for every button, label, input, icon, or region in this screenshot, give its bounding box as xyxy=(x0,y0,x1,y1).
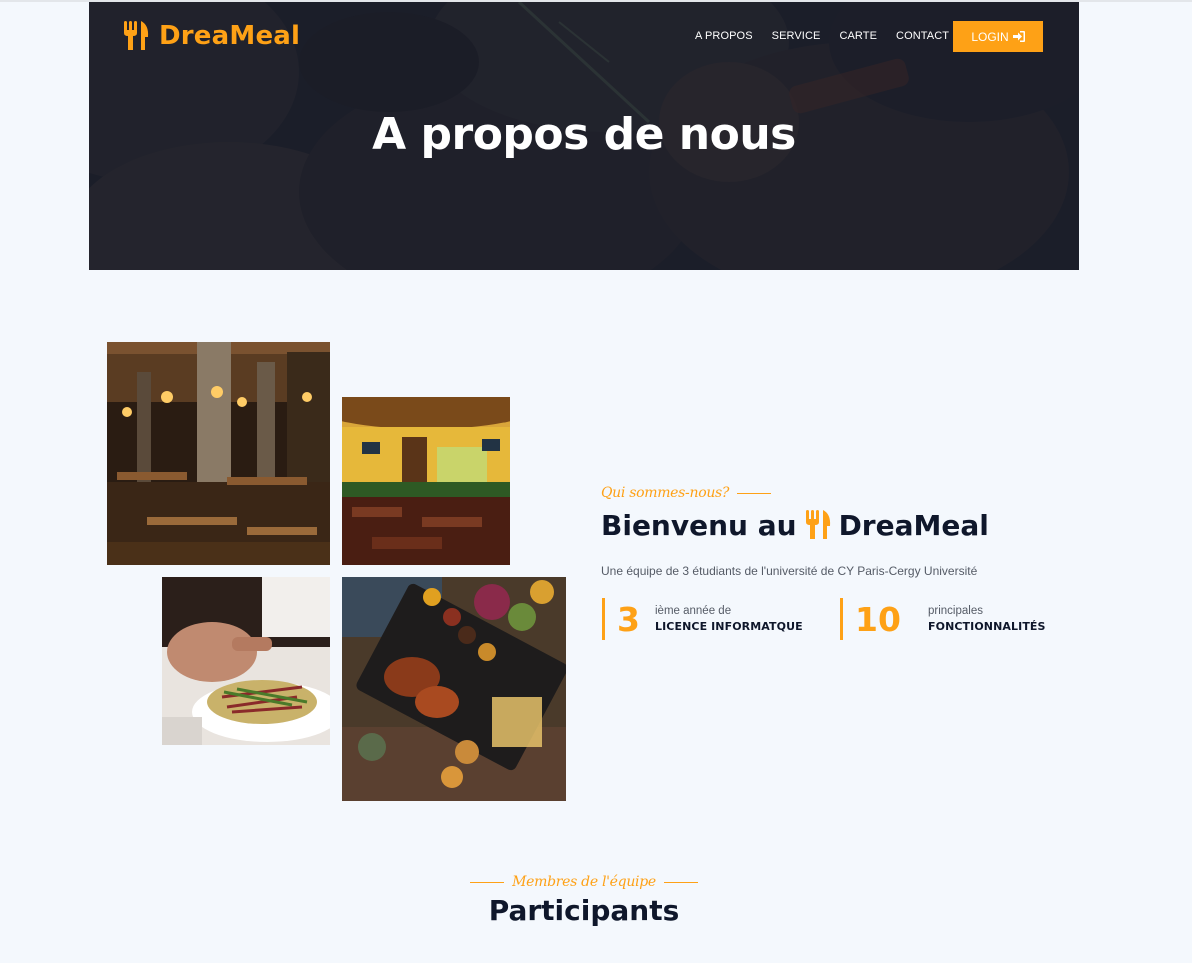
page-title: A propos de nous xyxy=(372,109,796,160)
login-label: LOGIN xyxy=(971,29,1009,44)
about-description: Une équipe de 3 étudiants de l'universit… xyxy=(601,564,978,578)
kicker-line xyxy=(737,492,772,494)
nav-item-service[interactable]: SERVICE xyxy=(772,30,821,42)
hero-banner: DreaMeal A PROPOS SERVICE CARTE CONTACT … xyxy=(89,2,1079,270)
gallery-image-restaurant-interior-yellow xyxy=(342,397,510,565)
about-kicker: Qui sommes-nous? xyxy=(601,482,772,504)
kicker-line-left xyxy=(470,881,505,883)
stat-number: 10 xyxy=(855,599,901,639)
kicker-line-right xyxy=(663,881,698,883)
utensils-icon xyxy=(805,510,830,539)
stat-caption: ième année de xyxy=(655,605,732,617)
gallery-image-restaurant-interior-dark xyxy=(107,342,330,565)
stat-features: 10 principales FONCTIONNALITÉS xyxy=(840,598,1060,640)
nav-item-contact[interactable]: CONTACT xyxy=(896,30,949,42)
gallery-image-salad-plate xyxy=(162,577,330,745)
navbar-brand[interactable]: DreaMeal xyxy=(123,19,300,53)
main-nav: A PROPOS SERVICE CARTE CONTACT xyxy=(695,28,949,44)
team-kicker-text: Membres de l'équipe xyxy=(512,874,656,890)
about-title: Bienvenu au DreaMeal xyxy=(601,506,989,544)
nav-item-a-propos[interactable]: A PROPOS xyxy=(695,30,753,42)
login-button[interactable]: LOGIN xyxy=(953,21,1043,52)
about-title-brand: DreaMeal xyxy=(838,508,989,542)
team-kicker: Membres de l'équipe xyxy=(0,871,1168,893)
stat-caption: principales xyxy=(928,605,983,617)
team-title: Participants xyxy=(488,894,680,927)
sign-in-icon xyxy=(1012,31,1025,42)
about-title-prefix: Bienvenu au xyxy=(601,508,797,542)
stat-label: FONCTIONNALITÉS xyxy=(928,620,1046,633)
gallery-image-grilled-platter xyxy=(342,577,566,801)
brand-name: DreaMeal xyxy=(159,21,301,51)
about-kicker-text: Qui sommes-nous? xyxy=(601,485,730,501)
stat-year: 3 ième année de LICENCE INFORMATQUE xyxy=(602,598,822,640)
stat-number: 3 xyxy=(617,599,640,639)
utensils-icon xyxy=(124,21,149,50)
stat-label: LICENCE INFORMATQUE xyxy=(655,620,803,633)
nav-item-carte[interactable]: CARTE xyxy=(839,30,877,42)
